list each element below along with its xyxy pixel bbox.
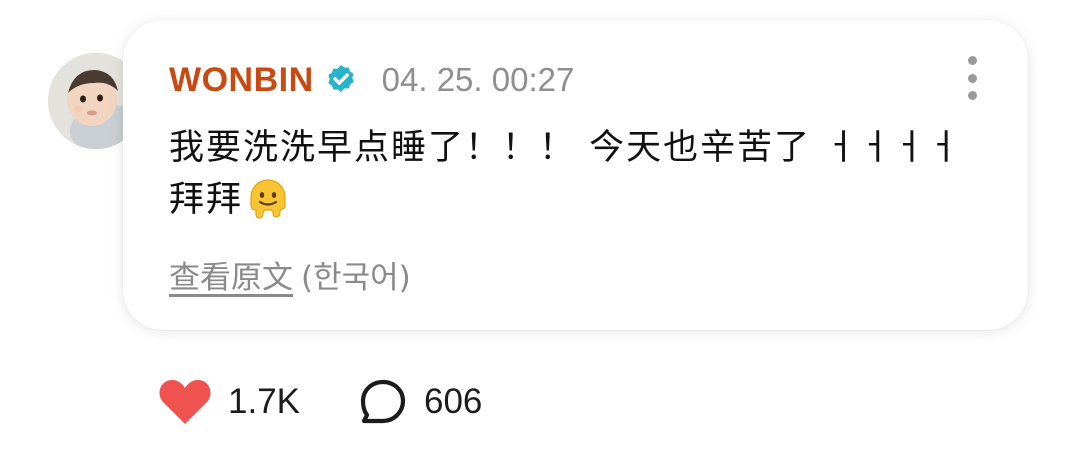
post-actions: 1.7K 606 [158,372,482,432]
comment-bubble-icon [360,379,406,424]
more-dot [967,91,977,100]
post-message: 我要洗洗早点睡了！！！ 今天也辛苦了 ㅓㅓㅓㅓ 拜拜 [169,122,999,226]
melting-face-icon [250,179,286,219]
comment-count: 606 [424,382,483,421]
heart-icon [159,379,211,424]
like-count: 1.7K [228,382,300,421]
verified-badge-icon [328,65,354,93]
more-dot [967,56,977,65]
post-card: WONBIN 04. 25. 00:27 我要洗洗早点睡了！！！ 今天也辛苦了 … [123,20,1028,330]
more-options-icon[interactable] [964,56,980,100]
comment-button[interactable]: 606 [358,378,482,426]
original-language-label: (한국어) [301,260,411,296]
like-button[interactable]: 1.7K [158,378,300,426]
username[interactable]: WONBIN [169,61,314,100]
view-original-link[interactable]: 查看原文 [169,260,293,296]
post-header: WONBIN 04. 25. 00:27 [169,56,574,104]
more-dot [967,73,977,83]
post-timestamp: 04. 25. 00:27 [381,61,575,98]
translation-row: 查看原文 (한국어) [169,252,411,297]
